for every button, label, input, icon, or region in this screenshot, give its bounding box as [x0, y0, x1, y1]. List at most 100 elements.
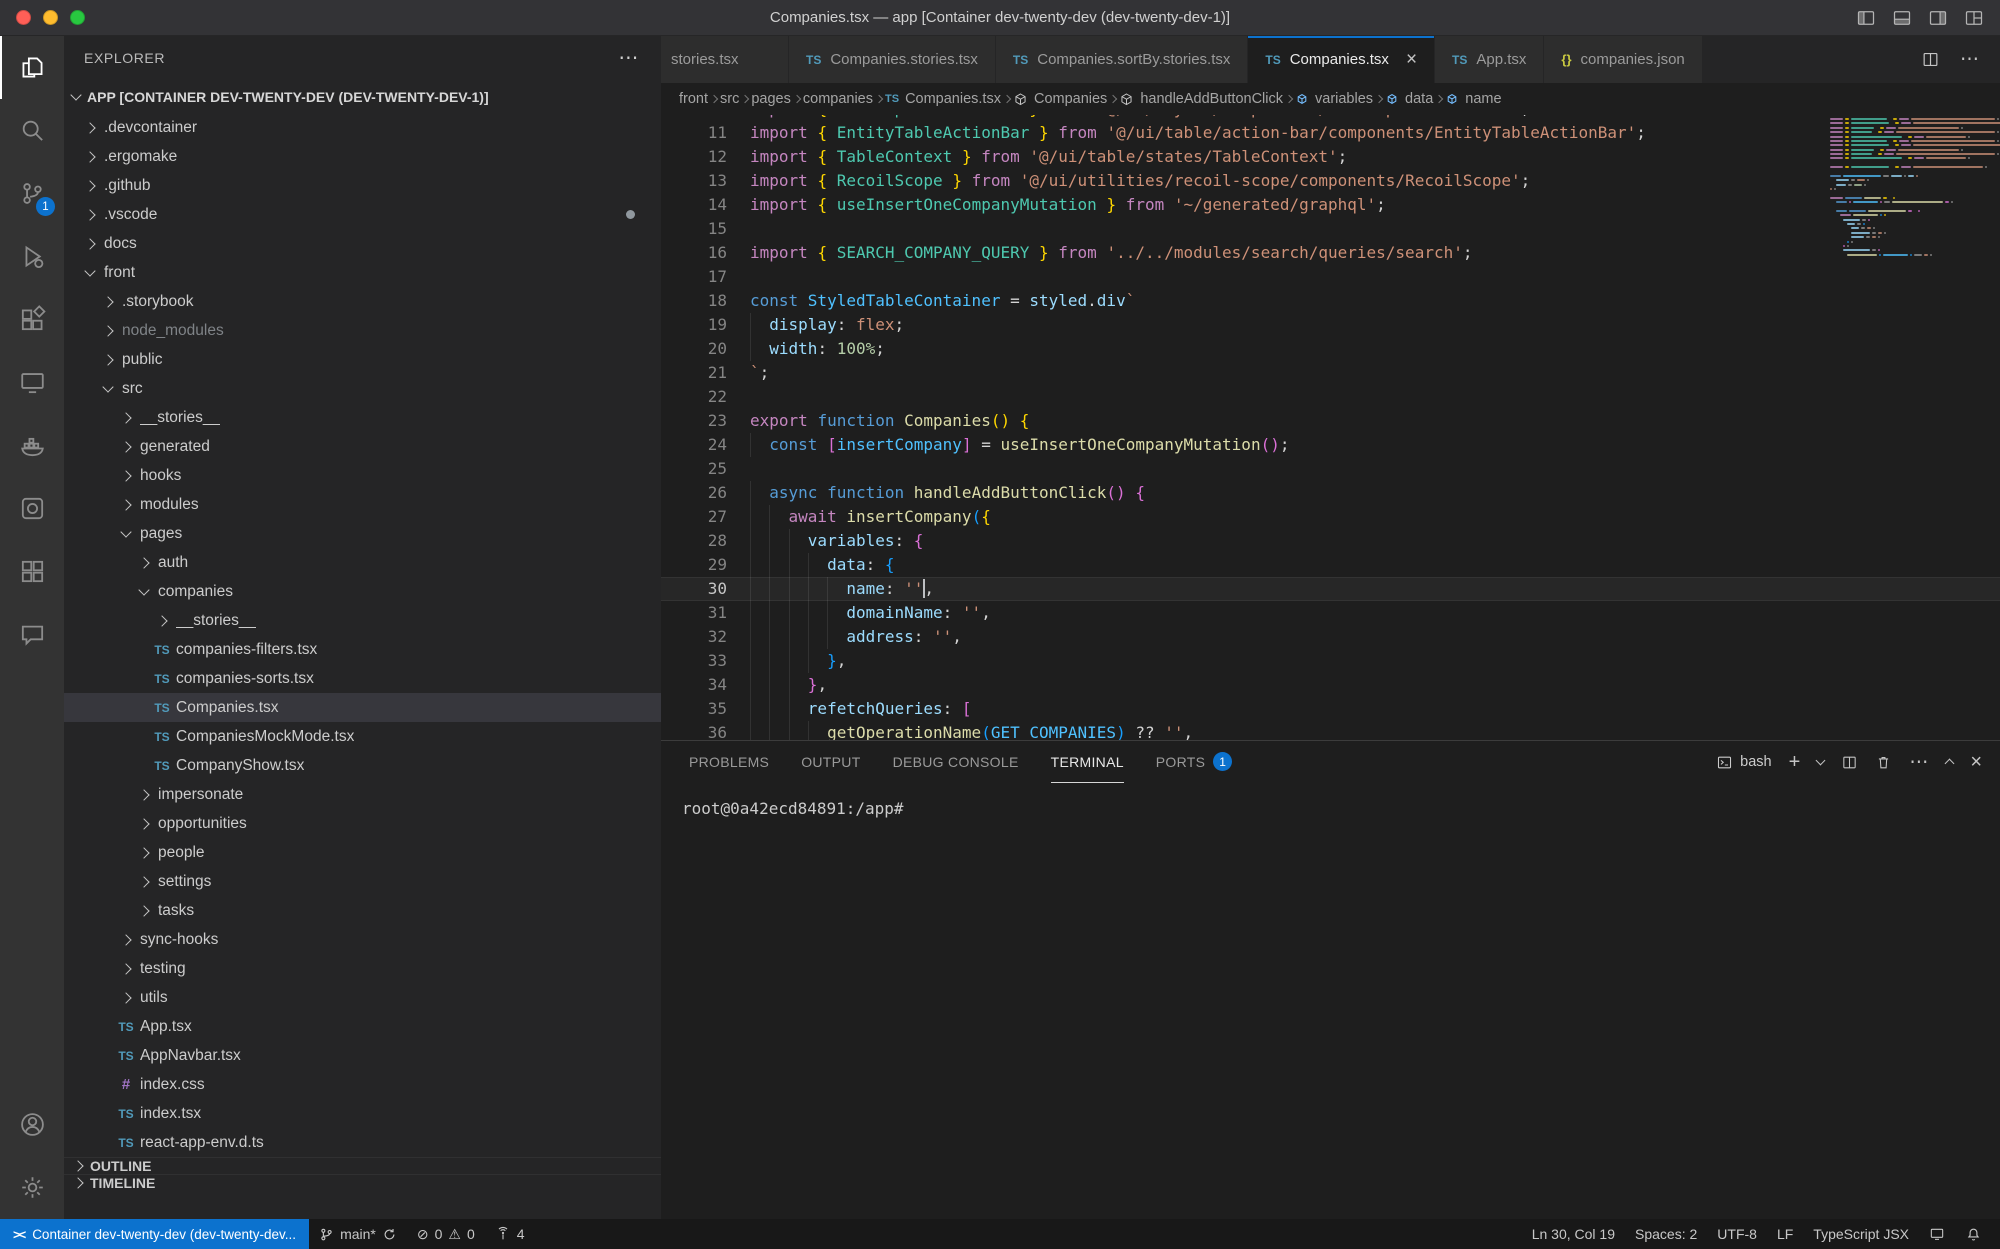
panel-tab-debug-console[interactable]: DEBUG CONSOLE — [893, 741, 1019, 783]
tree-item-ergomake[interactable]: .ergomake — [64, 142, 661, 171]
close-panel-icon[interactable]: × — [1970, 752, 1982, 772]
panel-tab-ports[interactable]: PORTS1 — [1156, 741, 1232, 783]
extensions-icon[interactable] — [0, 288, 64, 351]
tree-item-impersonate[interactable]: impersonate — [64, 780, 661, 809]
git-branch-indicator[interactable]: main* — [309, 1219, 407, 1249]
tree-item-index-tsx[interactable]: TSindex.tsx — [64, 1099, 661, 1128]
indentation-indicator[interactable]: Spaces: 2 — [1625, 1219, 1707, 1249]
tree-item-src[interactable]: src — [64, 374, 661, 403]
breadcrumb-item-pages[interactable]: pages — [751, 91, 791, 107]
breadcrumb-item-name[interactable]: name — [1445, 91, 1501, 107]
tree-item-docs[interactable]: docs — [64, 229, 661, 258]
tree-item-react-app-env-d-ts[interactable]: TSreact-app-env.d.ts — [64, 1128, 661, 1157]
customize-layout-icon[interactable] — [1964, 8, 1984, 28]
tree-item-settings[interactable]: settings — [64, 867, 661, 896]
breadcrumb-item-front[interactable]: front — [679, 91, 708, 107]
split-editor-icon[interactable] — [1921, 50, 1940, 69]
more-actions-icon[interactable]: ⋯ — [1960, 48, 1980, 71]
tab-companies-tsx[interactable]: TSCompanies.tsx× — [1248, 36, 1435, 83]
tree-item-companies-sorts-tsx[interactable]: TScompanies-sorts.tsx — [64, 664, 661, 693]
tree-item-opportunities[interactable]: opportunities — [64, 809, 661, 838]
terminal-content[interactable]: root@0a42ecd84891:/app# — [661, 783, 2000, 1219]
maximize-panel-icon[interactable] — [1946, 757, 1953, 767]
breadcrumb-item-companies[interactable]: companies — [803, 91, 873, 107]
panel-tab-problems[interactable]: PROBLEMS — [689, 741, 769, 783]
terminal-dropdown-icon[interactable] — [1817, 760, 1824, 764]
workspace-section-header[interactable]: APP [CONTAINER DEV-TWENTY-DEV (DEV-TWENT… — [64, 80, 661, 113]
breadcrumb-item-data[interactable]: data — [1385, 91, 1433, 107]
source-control-icon[interactable]: 1 — [0, 162, 64, 225]
tree-item-vscode[interactable]: .vscode — [64, 200, 661, 229]
test-explorer-icon[interactable] — [0, 540, 64, 603]
docker-icon[interactable] — [0, 414, 64, 477]
tree-item-companiesmockmode-tsx[interactable]: TSCompaniesMockMode.tsx — [64, 722, 661, 751]
tree-item-companies[interactable]: companies — [64, 577, 661, 606]
explorer-icon[interactable] — [0, 36, 64, 99]
terminal-shell-item[interactable]: bash — [1716, 754, 1771, 771]
breadcrumb-item-variables[interactable]: variables — [1295, 91, 1373, 107]
panel-tab-output[interactable]: OUTPUT — [801, 741, 860, 783]
close-window-button[interactable] — [16, 10, 31, 25]
language-mode-indicator[interactable]: TypeScript JSX — [1803, 1219, 1919, 1249]
split-terminal-icon[interactable] — [1841, 754, 1858, 771]
tab-companies-sortby-stories-tsx[interactable]: TSCompanies.sortBy.stories.tsx — [996, 36, 1248, 83]
tree-item-public[interactable]: public — [64, 345, 661, 374]
tree-item-generated[interactable]: generated — [64, 432, 661, 461]
gitlens-icon[interactable] — [0, 477, 64, 540]
sidebar-section-timeline[interactable]: TIMELINE — [64, 1174, 661, 1191]
tab-stories-tsx[interactable]: stories.tsx — [661, 36, 789, 83]
close-tab-icon[interactable]: × — [1406, 50, 1417, 69]
tree-item-hooks[interactable]: hooks — [64, 461, 661, 490]
tree-item-tasks[interactable]: tasks — [64, 896, 661, 925]
tree-item-pages[interactable]: pages — [64, 519, 661, 548]
tree-item-companies-filters-tsx[interactable]: TScompanies-filters.tsx — [64, 635, 661, 664]
encoding-indicator[interactable]: UTF-8 — [1707, 1219, 1767, 1249]
panel-tab-terminal[interactable]: TERMINAL — [1051, 741, 1124, 783]
tree-item-utils[interactable]: utils — [64, 983, 661, 1012]
toggle-panel-icon[interactable] — [1892, 8, 1912, 28]
tree-item-index-css[interactable]: #index.css — [64, 1070, 661, 1099]
breadcrumb-item-companies[interactable]: Companies — [1013, 91, 1107, 107]
remote-explorer-icon[interactable] — [0, 351, 64, 414]
breadcrumb-item-src[interactable]: src — [720, 91, 739, 107]
tree-item-people[interactable]: people — [64, 838, 661, 867]
tree-item-stories[interactable]: __stories__ — [64, 606, 661, 635]
tree-item-companies-tsx[interactable]: TSCompanies.tsx — [64, 693, 661, 722]
live-share-icon[interactable] — [0, 603, 64, 666]
tab-companies-json[interactable]: {}companies.json — [1544, 36, 1702, 83]
sidebar-section-outline[interactable]: OUTLINE — [64, 1157, 661, 1174]
tree-item-modules[interactable]: modules — [64, 490, 661, 519]
tree-item-appnavbar-tsx[interactable]: TSAppNavbar.tsx — [64, 1041, 661, 1070]
minimize-window-button[interactable] — [43, 10, 58, 25]
layout-indicator[interactable] — [1919, 1219, 1955, 1249]
code-editor[interactable]: 10import { WithTopBarContainer } from '@… — [661, 115, 2000, 740]
tree-item-sync-hooks[interactable]: sync-hooks — [64, 925, 661, 954]
cursor-position-indicator[interactable]: Ln 30, Col 19 — [1522, 1219, 1625, 1249]
search-icon[interactable] — [0, 99, 64, 162]
tree-item-devcontainer[interactable]: .devcontainer — [64, 113, 661, 142]
tree-item-app-tsx[interactable]: TSApp.tsx — [64, 1012, 661, 1041]
eol-indicator[interactable]: LF — [1767, 1219, 1803, 1249]
panel-more-actions-icon[interactable]: ⋯ — [1909, 751, 1929, 774]
tab-app-tsx[interactable]: TSApp.tsx — [1435, 36, 1544, 83]
breadcrumb-item-handleaddbuttonclick[interactable]: handleAddButtonClick — [1119, 91, 1283, 107]
new-terminal-icon[interactable]: + — [1789, 752, 1801, 772]
problems-indicator[interactable]: ⊘ 0 ⚠ 0 — [407, 1219, 485, 1249]
tree-item-node-modules[interactable]: node_modules — [64, 316, 661, 345]
run-debug-icon[interactable] — [0, 225, 64, 288]
zoom-window-button[interactable] — [70, 10, 85, 25]
tree-item-testing[interactable]: testing — [64, 954, 661, 983]
kill-terminal-icon[interactable] — [1875, 754, 1892, 771]
tree-item-stories[interactable]: __stories__ — [64, 403, 661, 432]
tree-item-github[interactable]: .github — [64, 171, 661, 200]
tab-companies-stories-tsx[interactable]: TSCompanies.stories.tsx — [789, 36, 996, 83]
settings-icon[interactable] — [0, 1156, 64, 1219]
breadcrumb-item-companies-tsx[interactable]: TSCompanies.tsx — [885, 91, 1001, 107]
remote-indicator[interactable]: >< Container dev-twenty-dev (dev-twenty-… — [0, 1219, 309, 1249]
explorer-more-actions-icon[interactable]: ⋯ — [618, 53, 639, 63]
minimap[interactable] — [1830, 118, 1943, 258]
tree-item-storybook[interactable]: .storybook — [64, 287, 661, 316]
toggle-sidebar-icon[interactable] — [1856, 8, 1876, 28]
notifications-indicator[interactable] — [1955, 1219, 1992, 1249]
tree-item-companyshow-tsx[interactable]: TSCompanyShow.tsx — [64, 751, 661, 780]
